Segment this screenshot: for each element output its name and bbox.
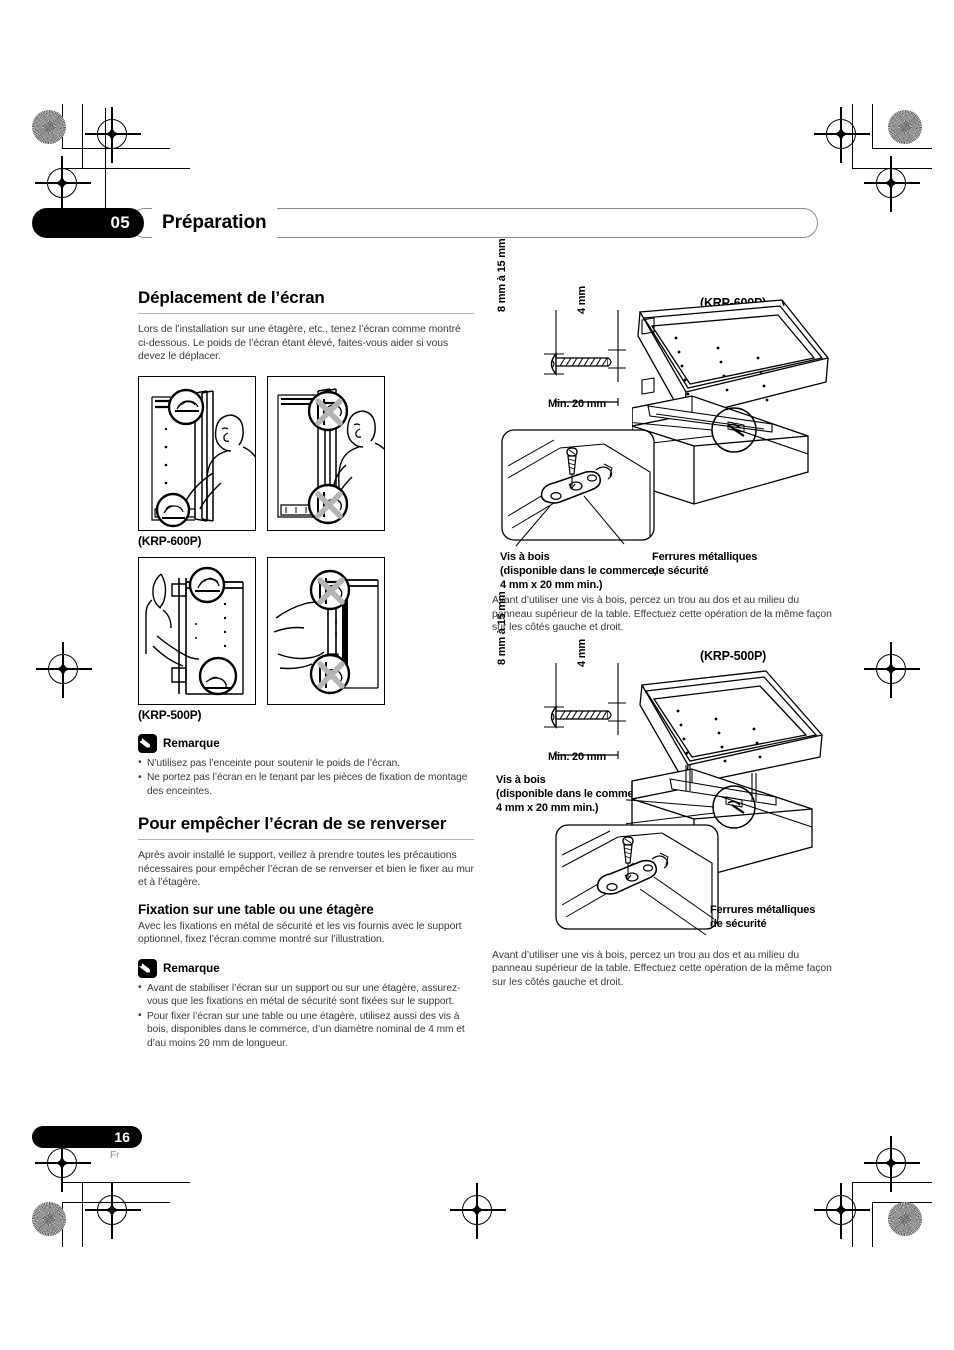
halftone-density-patch [888,1202,922,1236]
illustration-panel-on-table-600p [632,299,830,505]
figure-note-600p: Avant d’utiliser une vis à bois, percez … [492,595,832,634]
manual-page: 05 Préparation Déplacement de l’écran Lo… [0,0,954,1350]
registration-target [864,642,920,698]
registration-target [450,1183,506,1239]
section-intro-prevent-tipping: Après avoir installé le support, veillez… [138,850,474,889]
chapter-number: 05 [32,208,144,238]
callout-metal-bracket-500p: Ferrures métalliques de sécurité [710,903,815,931]
detail-inset-bracket-600p [501,429,655,547]
callout-line: Ferrures métalliques [652,551,758,563]
note-list: Avant de stabiliser l’écran sur un suppo… [138,981,474,1050]
note-block-moving: Remarque N’utilisez pas l’enceinte pour … [138,733,474,798]
note-item: Ne portez pas l’écran en le tenant par l… [138,771,474,798]
callout-metal-bracket-600p: Ferrures métalliques de sécurité [652,550,757,578]
subsection-text-table-mount: Avec les fixations en métal de sécurité … [138,920,462,946]
illustration-carry-correct-500p [138,556,256,705]
dimension-shank-600p: 4 mm [576,286,588,314]
registration-target [35,156,91,212]
figure-label-500p: (KRP-500P) [138,707,202,722]
callout-line: de sécurité [652,565,709,577]
right-column: (KRP-600P) 8 mm à 15 mm 4 mm Min. 20 mm … [492,239,832,990]
registration-target [36,642,92,698]
registration-target [864,1136,920,1192]
halftone-density-patch [32,1202,66,1236]
registration-target [85,107,141,163]
figure-label-600p: (KRP-600P) [138,533,202,548]
dimension-length-600p: Min. 20 mm [548,398,606,410]
dimension-shank-500p: 4 mm [576,638,588,667]
left-column: Déplacement de l’écran Lors de l’install… [138,288,474,1051]
page-number-badge: 16 [32,1126,142,1148]
page-title: Préparation [152,208,277,238]
figure-note-500p: Avant d’utiliser une vis à bois, percez … [492,949,832,988]
registration-target [814,107,870,163]
screw-dimension-diagram-500p [544,662,626,759]
note-title: Remarque [163,961,220,975]
chapter-header: 05 Préparation [32,208,818,238]
note-list: N’utilisez pas l’enceinte pour soutenir … [138,756,474,798]
note-title: Remarque [163,736,220,750]
callout-line: Ferrures métalliques [710,903,816,916]
pencil-icon [138,733,157,753]
illustration-carry-correct-600p [138,375,256,531]
halftone-density-patch [32,110,66,144]
note-item: Pour fixer l’écran sur une table ou une … [138,1009,474,1050]
figure-mount-500p: (KRP-500P) 8 mm à 15 mm 4 mm Min. 20 mm … [492,591,832,945]
callout-line: de sécurité [710,917,767,930]
dimension-length-500p: Min. 20 mm [548,750,606,763]
registration-target [864,156,920,212]
pencil-icon [138,958,157,978]
section-heading-prevent-tipping: Pour empêcher l’écran de se renverser [138,814,474,840]
subsection-heading-table-mount: Fixation sur une table ou une étagère [138,901,374,917]
header-tick-rule [105,108,107,210]
callout-line: Vis à bois [500,551,550,563]
registration-target [85,1183,141,1239]
dimension-head-height-600p: 8 mm à 15 mm [496,238,508,312]
note-item: Avant de stabiliser l’écran sur un suppo… [138,981,474,1009]
callout-line: 4 mm x 20 mm min.) [500,579,603,591]
registration-target [814,1183,870,1239]
note-block-table-mount: Remarque Avant de stabiliser l’écran sur… [138,958,474,1050]
section-intro-moving-display: Lors de l’installation sur une étagère, … [138,324,461,363]
detail-inset-bracket-500p [555,824,719,936]
registration-target [35,1136,91,1192]
illustration-carry-forbidden-600p [267,375,385,531]
figure-carry-600p: (KRP-600P) [138,375,474,548]
callout-wood-screw-600p: Vis à bois (disponible dans le commerce,… [500,550,657,592]
section-heading-moving-display: Déplacement de l’écran [138,288,474,314]
figure-carry-500p: (KRP-500P) [138,556,474,722]
illustration-carry-forbidden-500p [267,556,385,705]
figure-mount-600p: (KRP-600P) 8 mm à 15 mm 4 mm Min. 20 mm … [492,239,832,591]
callout-line: (disponible dans le commerce, [500,565,657,577]
page-language-code: Fr [110,1150,120,1161]
screw-dimension-diagram-600p [544,310,626,406]
dimension-head-height-500p: 8 mm à 15 mm [496,591,508,665]
note-item: N’utilisez pas l’enceinte pour soutenir … [138,756,474,770]
halftone-density-patch [888,110,922,144]
